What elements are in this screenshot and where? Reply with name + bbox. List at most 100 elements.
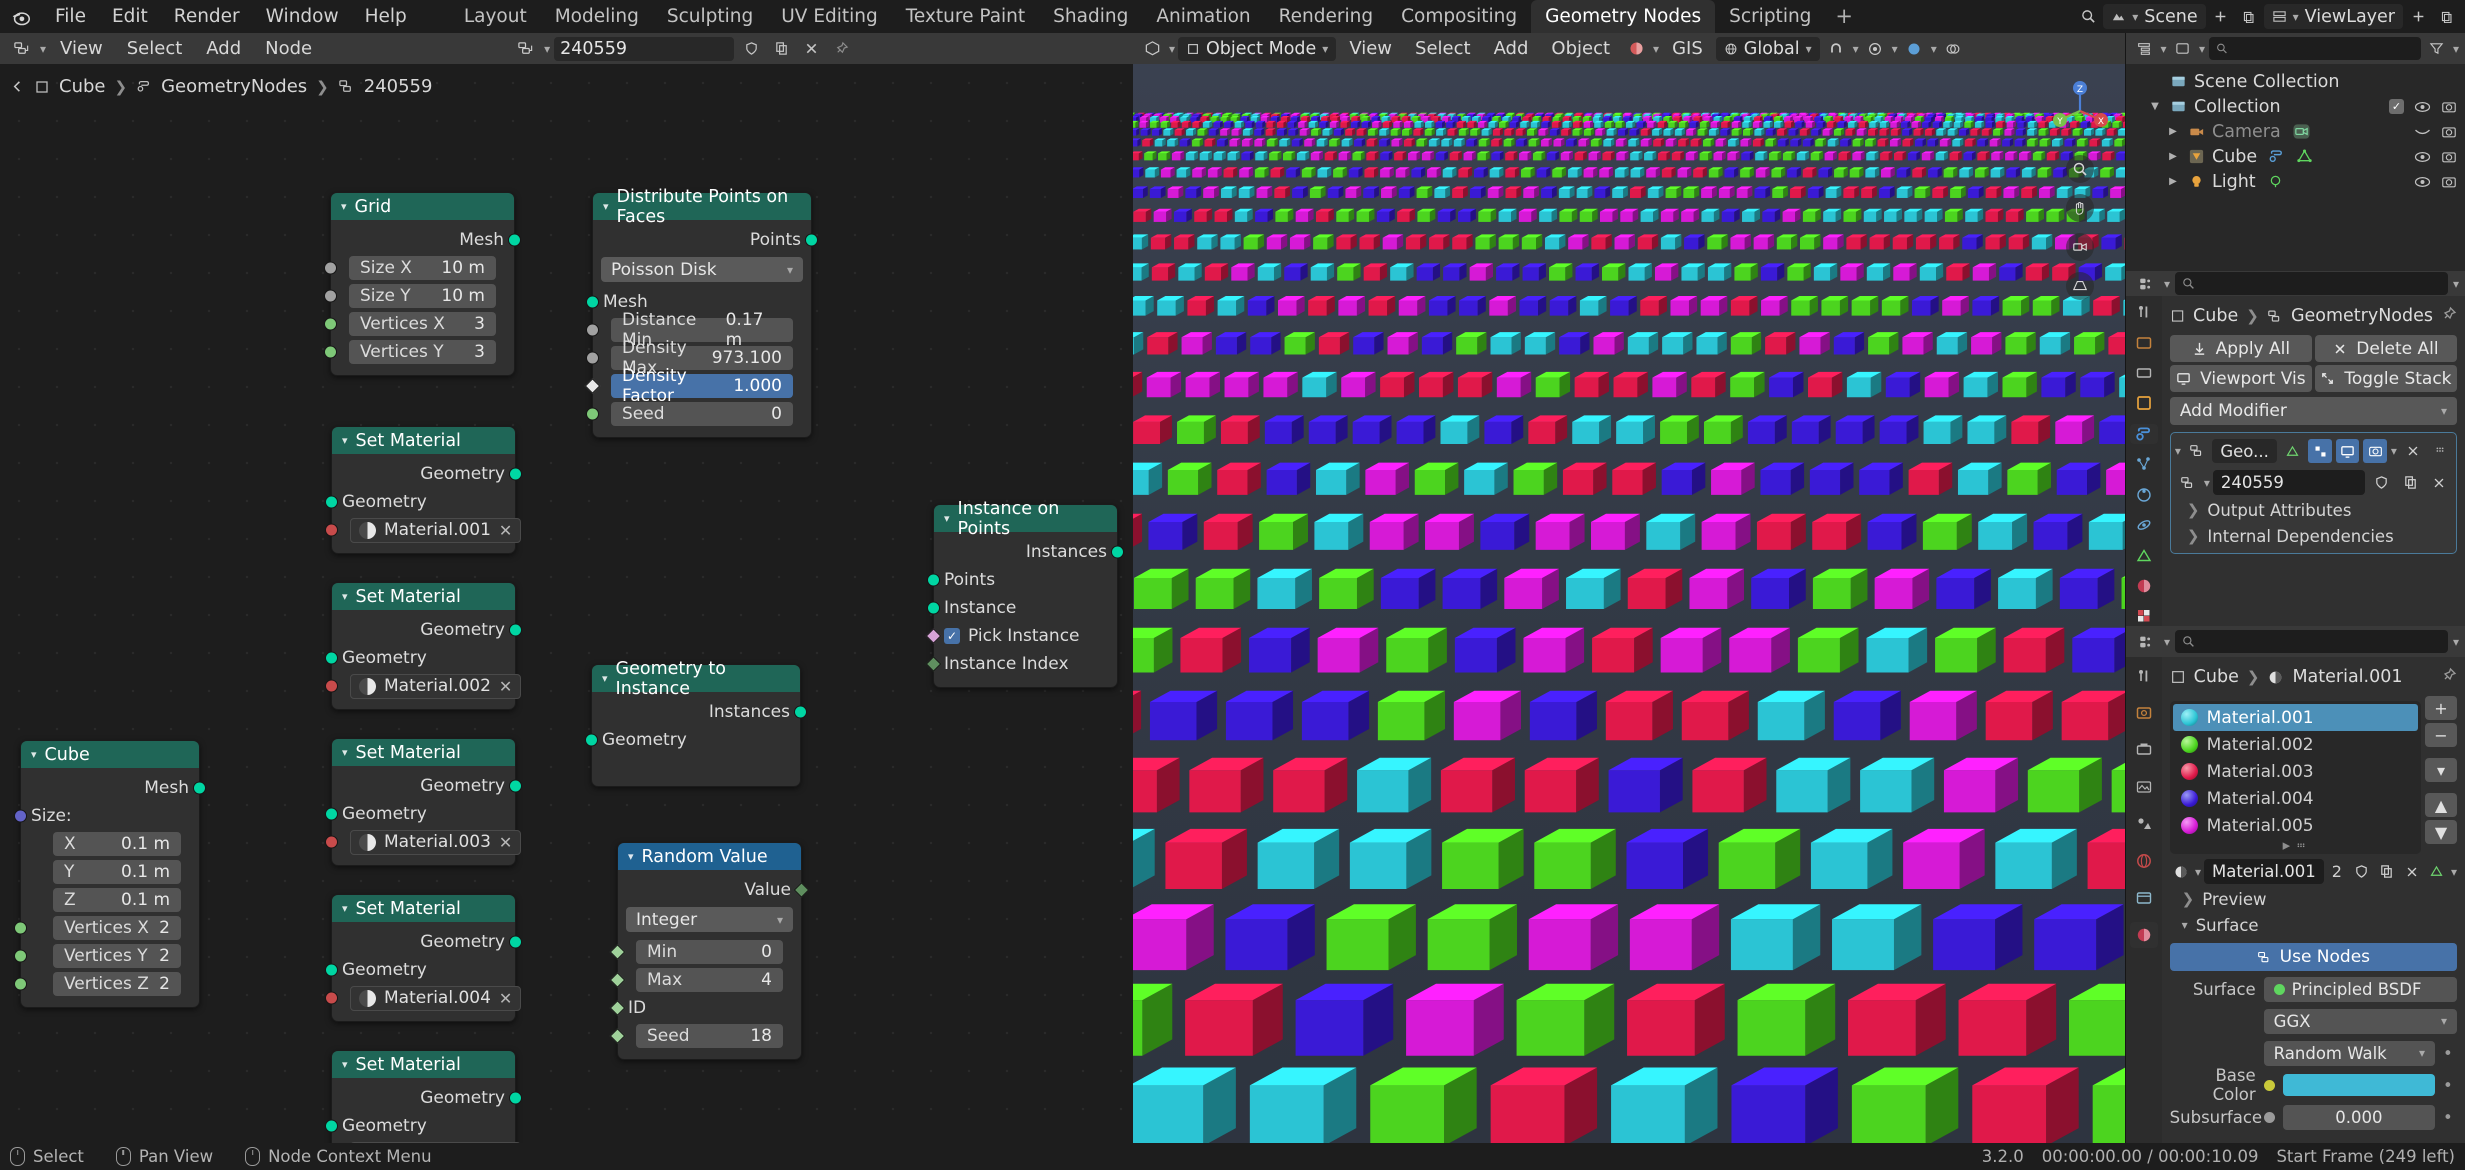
tab-render[interactable] [2130,333,2158,352]
socket-points-in[interactable] [927,573,940,587]
node-group-chevron-down-icon[interactable]: ▾ [544,42,550,56]
collapse-chevron-icon[interactable]: ▾ [342,590,348,603]
viewport-menu-select[interactable]: Select [1405,33,1481,64]
move-slot-up-icon[interactable]: ▲ [2425,793,2457,817]
collapse-chevron-icon[interactable]: ▾ [944,512,950,525]
workspace-tab-modeling[interactable]: Modeling [541,0,653,33]
preview-section[interactable]: ❯ Preview [2170,886,2457,912]
socket-geometry-in[interactable] [325,1119,338,1133]
transform-orientation-selector[interactable]: Global ▾ [1715,36,1820,61]
blender-logo-icon[interactable] [0,0,42,33]
node-menu-add[interactable]: Add [196,33,251,64]
camera-render-icon[interactable] [2441,149,2457,164]
subsurface-field[interactable]: 0.000 [2282,1104,2435,1130]
material-row[interactable]: Material.005 ✕ [332,1140,522,1143]
node-set-material-1-header[interactable]: ▾ Set Material [332,427,515,454]
viewport-menu-gis[interactable]: GIS [1662,33,1713,64]
search-icon[interactable] [2075,4,2101,29]
node-distribute-header[interactable]: ▾ Distribute Points on Faces [593,187,811,227]
collapse-chevron-icon[interactable]: ▾ [602,672,608,685]
socket-density-max[interactable] [586,351,599,365]
tab-texture[interactable] [2130,607,2158,626]
node-set-material-4[interactable]: ▾ Set Material Geometry Geometry Materia… [325,894,522,1022]
distribution-dropdown[interactable]: GGX ▾ [2263,1008,2457,1034]
node-set-material-2-header[interactable]: ▾ Set Material [332,583,515,610]
socket-material[interactable] [325,991,338,1005]
input-instance-index[interactable]: Instance Index [925,650,1117,678]
new-scene-icon[interactable] [2208,4,2234,29]
editor-type-icon[interactable] [6,37,36,61]
socket-size-x[interactable] [324,261,337,275]
props-options-chevron-down-icon[interactable]: ▾ [2453,277,2459,291]
workspace-tab-rendering[interactable]: Rendering [1265,0,1387,33]
tab-physics[interactable] [2130,485,2158,504]
breadcrumb-material[interactable]: Material.001 [2292,667,2402,687]
node-cube-output-mesh[interactable]: Mesh [21,774,206,802]
input-pick-instance[interactable]: ✓ Pick Instance [925,622,1117,650]
collapse-chevron-icon[interactable]: ▾ [603,200,609,213]
shield-icon[interactable] [738,37,764,61]
tab-view-layer[interactable] [2130,774,2158,800]
outliner-display-mode-icon[interactable] [2171,37,2195,61]
output-instances[interactable]: Instances [592,698,807,726]
shield-icon[interactable] [2350,860,2372,884]
eye-icon[interactable] [2414,150,2431,164]
node-random-value-header[interactable]: ▾ Random Value [618,843,801,870]
tab-material[interactable] [2130,576,2158,595]
tab-render[interactable] [2130,700,2158,726]
subsurface-method-dropdown[interactable]: Random Walk ▾ [2263,1040,2435,1066]
copy-scene-icon[interactable] [2236,4,2262,29]
socket-material[interactable] [325,679,338,693]
outliner-search-field[interactable] [2232,39,2414,58]
output-value[interactable]: Value [618,876,810,904]
node-instance-on-points[interactable]: ▾ Instance on Points Instances Points In… [925,499,1124,688]
pin-icon[interactable] [828,37,854,61]
eye-icon[interactable] [2414,100,2431,114]
socket-instances-out[interactable] [794,705,807,719]
output-instances[interactable]: Instances [934,538,1124,566]
outliner-row-collection[interactable]: ▼ Collection ✓ [2126,94,2465,119]
menu-render[interactable]: Render [161,0,253,33]
socket-geometry-out[interactable] [509,779,522,793]
node-grid-output-mesh[interactable]: Mesh [331,226,521,254]
menu-window[interactable]: Window [253,0,352,33]
field-seed[interactable]: Seed 18 [609,1022,801,1050]
collapse-chevron-icon[interactable]: ▾ [342,1058,348,1071]
node-grid-field-size-x[interactable]: Size X 10 m [324,254,514,282]
socket-vertices-y[interactable] [324,345,337,359]
workspace-tab-compositing[interactable]: Compositing [1387,0,1531,33]
socket-geometry-in[interactable] [325,963,338,977]
input-points[interactable]: Points [927,566,1117,594]
properties-search-input[interactable] [2175,272,2448,296]
collapse-triangle-icon[interactable]: ▼ [2147,101,2163,112]
remove-viewlayer-icon[interactable] [2433,4,2459,29]
add-workspace-button[interactable]: + [1825,0,1863,33]
viewport-vis-button[interactable]: Viewport Vis [2169,365,2312,393]
tab-output[interactable] [2130,737,2158,763]
new-viewlayer-icon[interactable] [2405,4,2431,29]
interaction-mode-selector[interactable]: Object Mode ▾ [1178,36,1337,61]
output-geometry[interactable]: Geometry [332,772,522,800]
output-attributes-section[interactable]: ❯ Output Attributes [2175,497,2452,523]
menu-edit[interactable]: Edit [99,0,161,33]
viewport-menu-view[interactable]: View [1339,33,1402,64]
material-row[interactable]: Material.004 ✕ [325,984,522,1012]
camera-render-icon[interactable] [2441,124,2457,139]
socket-vertices-y[interactable] [14,949,27,963]
tab-object[interactable] [2130,394,2158,413]
nodegroup-browse-chevron-icon[interactable]: ▾ [2204,476,2210,490]
node-set-material-1[interactable]: ▾ Set Material Geometry Geometry Materia… [325,426,522,554]
modifier-name[interactable]: Geo... [2212,439,2277,464]
input-geometry[interactable]: Geometry [325,956,515,984]
node-distribute-points-on-faces[interactable]: ▾ Distribute Points on Faces Points Pois… [584,187,818,438]
node-distribute-field-seed[interactable]: Seed 0 [586,400,811,428]
material-slot-row[interactable]: Material.001 [2172,704,2418,731]
node-distribute-field-density-factor[interactable]: Density Factor 1.000 [584,366,811,406]
remove-material-slot-button[interactable]: − [2425,723,2457,747]
editor-type-chevron-down-icon[interactable]: ▾ [40,42,46,56]
render-display-icon[interactable] [2363,439,2387,464]
drag-handle-icon[interactable] [2428,439,2452,463]
base-color-swatch[interactable] [2282,1074,2435,1096]
collapse-chevron-icon[interactable]: ▾ [31,748,37,761]
apply-all-button[interactable]: Apply All [2169,335,2312,363]
